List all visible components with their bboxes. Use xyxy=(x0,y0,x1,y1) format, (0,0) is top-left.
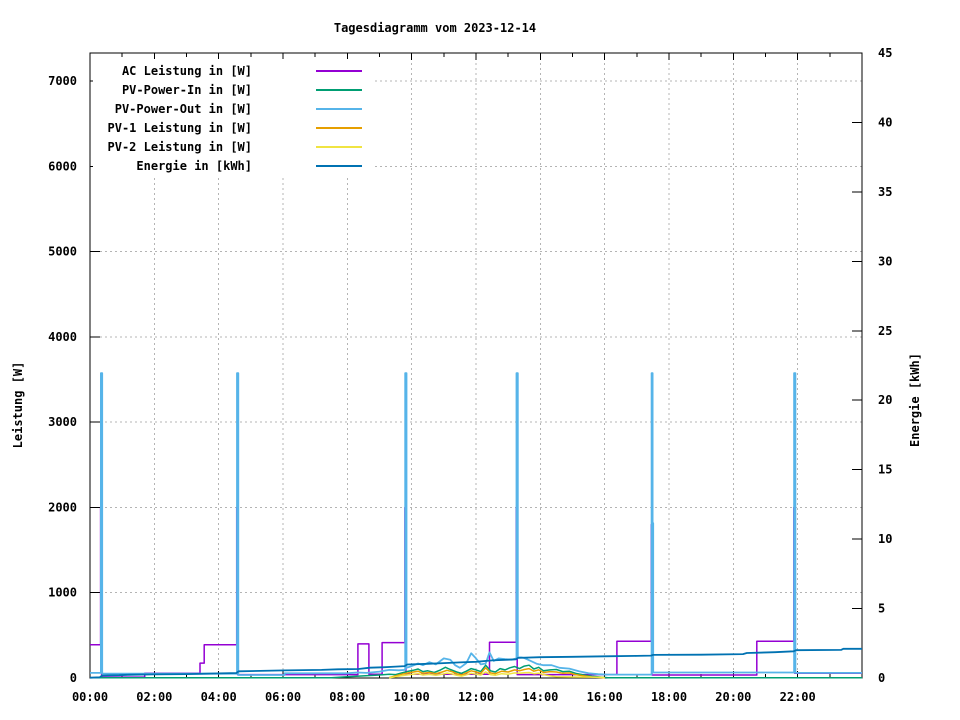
x-tick-label: 10:00 xyxy=(394,690,430,704)
x-tick-label: 08:00 xyxy=(329,690,365,704)
x-tick-label: 14:00 xyxy=(522,690,558,704)
y-right-tick-label: 20 xyxy=(878,393,892,407)
y-right-tick-label: 40 xyxy=(878,115,892,129)
y-right-tick-label: 15 xyxy=(878,463,892,477)
chart-page: 0 1000 2000 3000 4000 5000 6000 7000 0 5 10 15 20 25 3… xyxy=(0,0,960,720)
y-left-tick-label: 4000 xyxy=(48,330,77,344)
x-tick-label: 06:00 xyxy=(265,690,301,704)
legend-label: PV-Power-In in [W] xyxy=(122,83,252,97)
y-right-tick-label: 25 xyxy=(878,324,892,338)
x-tick-label: 02:00 xyxy=(136,690,172,704)
chart-title: Tagesdiagramm vom 2023-12-14 xyxy=(334,21,536,35)
y-left-tick-label: 3000 xyxy=(48,415,77,429)
x-tick-label: 22:00 xyxy=(780,690,816,704)
x-tick-label: 18:00 xyxy=(651,690,687,704)
y-right-tick-label: 30 xyxy=(878,254,892,268)
chart-canvas: 0 1000 2000 3000 4000 5000 6000 7000 0 5 10 15 20 25 3… xyxy=(0,0,960,720)
y-right-tick-label: 45 xyxy=(878,46,892,60)
legend-label: PV-2 Leistung in [W] xyxy=(108,140,253,154)
y-right-tick-label: 0 xyxy=(878,671,885,685)
x-tick-label: 16:00 xyxy=(587,690,623,704)
legend-label: Energie in [kWh] xyxy=(136,159,252,173)
left-axis-label: Leistung [W] xyxy=(11,362,25,449)
right-axis-label: Energie [kWh] xyxy=(908,353,922,447)
legend-label: AC Leistung in [W] xyxy=(122,64,252,78)
y-left-tick-label: 2000 xyxy=(48,500,77,514)
y-right-tick-label: 5 xyxy=(878,602,885,616)
legend: AC Leistung in [W] PV-Power-In in [W] PV-P… xyxy=(93,59,373,175)
legend-label: PV-Power-Out in [W] xyxy=(115,102,252,116)
y-left-tick-label: 6000 xyxy=(48,159,77,173)
x-tick-label: 12:00 xyxy=(458,690,494,704)
legend-label: PV-1 Leistung in [W] xyxy=(108,121,253,135)
y-left-tick-label: 1000 xyxy=(48,586,77,600)
y-right-tick-label: 35 xyxy=(878,185,892,199)
x-tick-label: 00:00 xyxy=(72,690,108,704)
y-right-tick-label: 10 xyxy=(878,532,892,546)
x-tick-label: 20:00 xyxy=(715,690,751,704)
y-left-tick-label: 5000 xyxy=(48,245,77,259)
y-left-tick-label: 7000 xyxy=(48,74,77,88)
x-tick-label: 04:00 xyxy=(201,690,237,704)
y-left-tick-label: 0 xyxy=(70,671,77,685)
